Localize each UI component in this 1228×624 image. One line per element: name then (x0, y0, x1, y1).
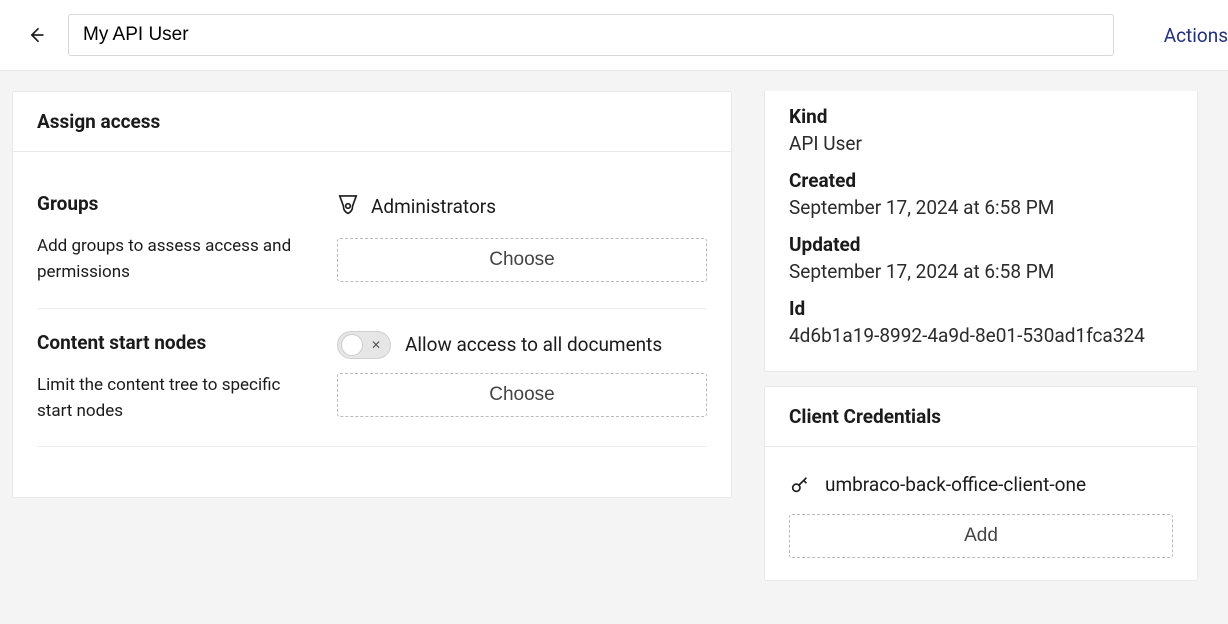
groups-help: Add groups to assess access and permissi… (37, 233, 307, 286)
choose-content-nodes-button[interactable]: Choose (337, 373, 707, 417)
toggle-off-icon: ✕ (371, 338, 381, 352)
badge-icon (337, 192, 359, 220)
arrow-left-icon (26, 25, 46, 45)
all-documents-toggle-label: Allow access to all documents (405, 333, 662, 356)
access-card-title: Assign access (13, 92, 731, 152)
kind-value: API User (789, 132, 1173, 155)
credentials-card: Client Credentials umbraco-back-office-c… (764, 386, 1198, 581)
toggle-knob (341, 334, 363, 356)
created-value: September 17, 2024 at 6:58 PM (789, 196, 1173, 219)
back-button[interactable] (22, 21, 50, 49)
updated-label: Updated (789, 233, 1173, 256)
choose-groups-button[interactable]: Choose (337, 238, 707, 282)
access-card: Assign access Groups Add groups to asses… (12, 91, 732, 498)
content-nodes-label: Content start nodes (37, 331, 307, 354)
groups-label: Groups (37, 192, 307, 215)
updated-value: September 17, 2024 at 6:58 PM (789, 260, 1173, 283)
all-documents-toggle[interactable]: ✕ (337, 331, 391, 359)
credentials-title: Client Credentials (765, 387, 1197, 447)
info-card: Kind API User Created September 17, 2024… (764, 91, 1198, 372)
group-chip-label: Administrators (371, 195, 496, 218)
id-label: Id (789, 297, 1173, 320)
kind-label: Kind (789, 105, 1173, 128)
id-value: 4d6b1a19-8992-4a9d-8e01-530ad1fca324 (789, 324, 1173, 347)
key-icon (789, 474, 811, 496)
created-label: Created (789, 169, 1173, 192)
credential-item[interactable]: umbraco-back-office-client-one (789, 463, 1173, 514)
add-credential-button[interactable]: Add (789, 514, 1173, 558)
name-input[interactable] (68, 14, 1114, 56)
content-nodes-help: Limit the content tree to specific start… (37, 372, 307, 425)
actions-menu[interactable]: Actions (1164, 24, 1228, 47)
group-chip[interactable]: Administrators (337, 192, 496, 220)
credential-name: umbraco-back-office-client-one (825, 473, 1086, 496)
